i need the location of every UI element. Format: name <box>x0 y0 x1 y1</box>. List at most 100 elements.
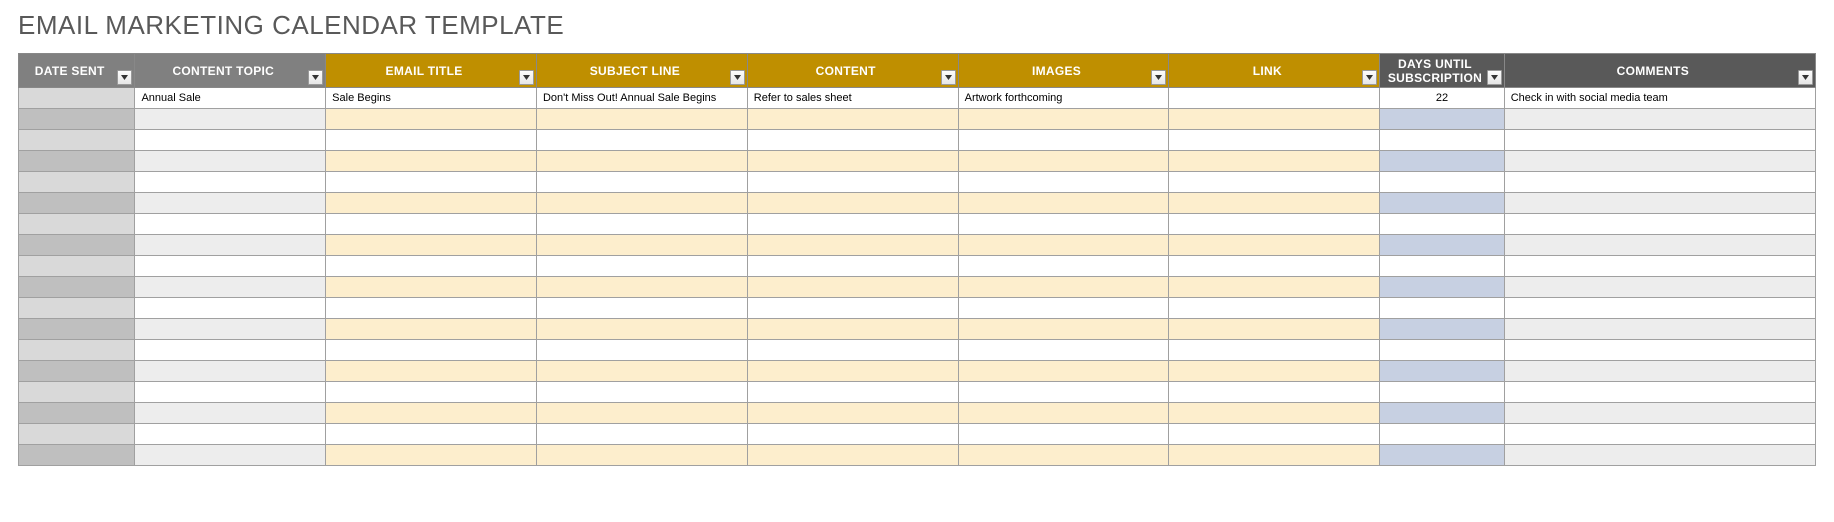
cell-comments[interactable] <box>1504 256 1815 277</box>
cell-images[interactable] <box>958 424 1169 445</box>
cell-content-topic[interactable] <box>135 340 326 361</box>
cell-days-until-subscription[interactable] <box>1380 340 1504 361</box>
cell-date-sent[interactable] <box>19 235 135 256</box>
cell-email-title[interactable] <box>326 256 537 277</box>
cell-link[interactable] <box>1169 298 1380 319</box>
cell-content[interactable] <box>747 382 958 403</box>
cell-content[interactable] <box>747 403 958 424</box>
cell-content-topic[interactable] <box>135 151 326 172</box>
cell-content-topic[interactable] <box>135 277 326 298</box>
cell-subject-line[interactable] <box>536 298 747 319</box>
filter-dropdown-icon[interactable] <box>730 70 745 85</box>
filter-dropdown-icon[interactable] <box>1362 70 1377 85</box>
cell-link[interactable] <box>1169 361 1380 382</box>
cell-date-sent[interactable] <box>19 256 135 277</box>
cell-subject-line[interactable]: Don't Miss Out! Annual Sale Begins <box>536 88 747 109</box>
cell-days-until-subscription[interactable] <box>1380 130 1504 151</box>
cell-images[interactable] <box>958 172 1169 193</box>
cell-subject-line[interactable] <box>536 361 747 382</box>
col-header-days-until-subscription[interactable]: DAYS UNTIL SUBSCRIPTION <box>1380 54 1504 88</box>
cell-content-topic[interactable] <box>135 424 326 445</box>
cell-comments[interactable] <box>1504 424 1815 445</box>
cell-link[interactable] <box>1169 88 1380 109</box>
cell-days-until-subscription[interactable] <box>1380 403 1504 424</box>
cell-comments[interactable] <box>1504 361 1815 382</box>
cell-content-topic[interactable] <box>135 214 326 235</box>
cell-link[interactable] <box>1169 235 1380 256</box>
cell-content[interactable] <box>747 424 958 445</box>
cell-link[interactable] <box>1169 319 1380 340</box>
cell-content-topic[interactable] <box>135 193 326 214</box>
cell-subject-line[interactable] <box>536 403 747 424</box>
cell-link[interactable] <box>1169 214 1380 235</box>
cell-subject-line[interactable] <box>536 130 747 151</box>
cell-date-sent[interactable] <box>19 130 135 151</box>
cell-date-sent[interactable] <box>19 193 135 214</box>
cell-email-title[interactable] <box>326 319 537 340</box>
col-header-subject-line[interactable]: SUBJECT LINE <box>536 54 747 88</box>
cell-subject-line[interactable] <box>536 172 747 193</box>
filter-dropdown-icon[interactable] <box>1151 70 1166 85</box>
cell-comments[interactable] <box>1504 340 1815 361</box>
cell-content[interactable]: Refer to sales sheet <box>747 88 958 109</box>
cell-days-until-subscription[interactable] <box>1380 109 1504 130</box>
cell-subject-line[interactable] <box>536 109 747 130</box>
cell-comments[interactable] <box>1504 445 1815 466</box>
cell-days-until-subscription[interactable] <box>1380 193 1504 214</box>
cell-date-sent[interactable] <box>19 109 135 130</box>
cell-days-until-subscription[interactable] <box>1380 298 1504 319</box>
cell-content[interactable] <box>747 361 958 382</box>
cell-subject-line[interactable] <box>536 424 747 445</box>
cell-images[interactable] <box>958 214 1169 235</box>
cell-email-title[interactable] <box>326 445 537 466</box>
cell-email-title[interactable] <box>326 298 537 319</box>
cell-images[interactable] <box>958 340 1169 361</box>
cell-content-topic[interactable] <box>135 445 326 466</box>
cell-content[interactable] <box>747 130 958 151</box>
cell-email-title[interactable] <box>326 235 537 256</box>
cell-link[interactable] <box>1169 109 1380 130</box>
cell-date-sent[interactable] <box>19 214 135 235</box>
cell-comments[interactable]: Check in with social media team <box>1504 88 1815 109</box>
cell-images[interactable] <box>958 130 1169 151</box>
cell-email-title[interactable] <box>326 130 537 151</box>
cell-days-until-subscription[interactable]: 22 <box>1380 88 1504 109</box>
cell-images[interactable] <box>958 277 1169 298</box>
cell-link[interactable] <box>1169 172 1380 193</box>
cell-images[interactable] <box>958 319 1169 340</box>
cell-content[interactable] <box>747 256 958 277</box>
cell-subject-line[interactable] <box>536 193 747 214</box>
cell-link[interactable] <box>1169 340 1380 361</box>
cell-comments[interactable] <box>1504 109 1815 130</box>
cell-days-until-subscription[interactable] <box>1380 214 1504 235</box>
cell-subject-line[interactable] <box>536 214 747 235</box>
cell-link[interactable] <box>1169 403 1380 424</box>
cell-comments[interactable] <box>1504 235 1815 256</box>
cell-images[interactable] <box>958 382 1169 403</box>
cell-date-sent[interactable] <box>19 298 135 319</box>
cell-images[interactable]: Artwork forthcoming <box>958 88 1169 109</box>
cell-comments[interactable] <box>1504 403 1815 424</box>
cell-email-title[interactable] <box>326 424 537 445</box>
cell-comments[interactable] <box>1504 193 1815 214</box>
cell-content[interactable] <box>747 151 958 172</box>
cell-email-title[interactable] <box>326 403 537 424</box>
cell-subject-line[interactable] <box>536 319 747 340</box>
cell-subject-line[interactable] <box>536 256 747 277</box>
cell-content[interactable] <box>747 298 958 319</box>
cell-content-topic[interactable] <box>135 298 326 319</box>
cell-date-sent[interactable] <box>19 382 135 403</box>
col-header-images[interactable]: IMAGES <box>958 54 1169 88</box>
cell-date-sent[interactable] <box>19 277 135 298</box>
cell-content-topic[interactable] <box>135 361 326 382</box>
cell-content-topic[interactable] <box>135 109 326 130</box>
cell-comments[interactable] <box>1504 172 1815 193</box>
cell-link[interactable] <box>1169 256 1380 277</box>
cell-comments[interactable] <box>1504 319 1815 340</box>
cell-images[interactable] <box>958 361 1169 382</box>
col-header-email-title[interactable]: EMAIL TITLE <box>326 54 537 88</box>
cell-subject-line[interactable] <box>536 340 747 361</box>
cell-content[interactable] <box>747 340 958 361</box>
cell-date-sent[interactable] <box>19 424 135 445</box>
cell-content-topic[interactable] <box>135 382 326 403</box>
